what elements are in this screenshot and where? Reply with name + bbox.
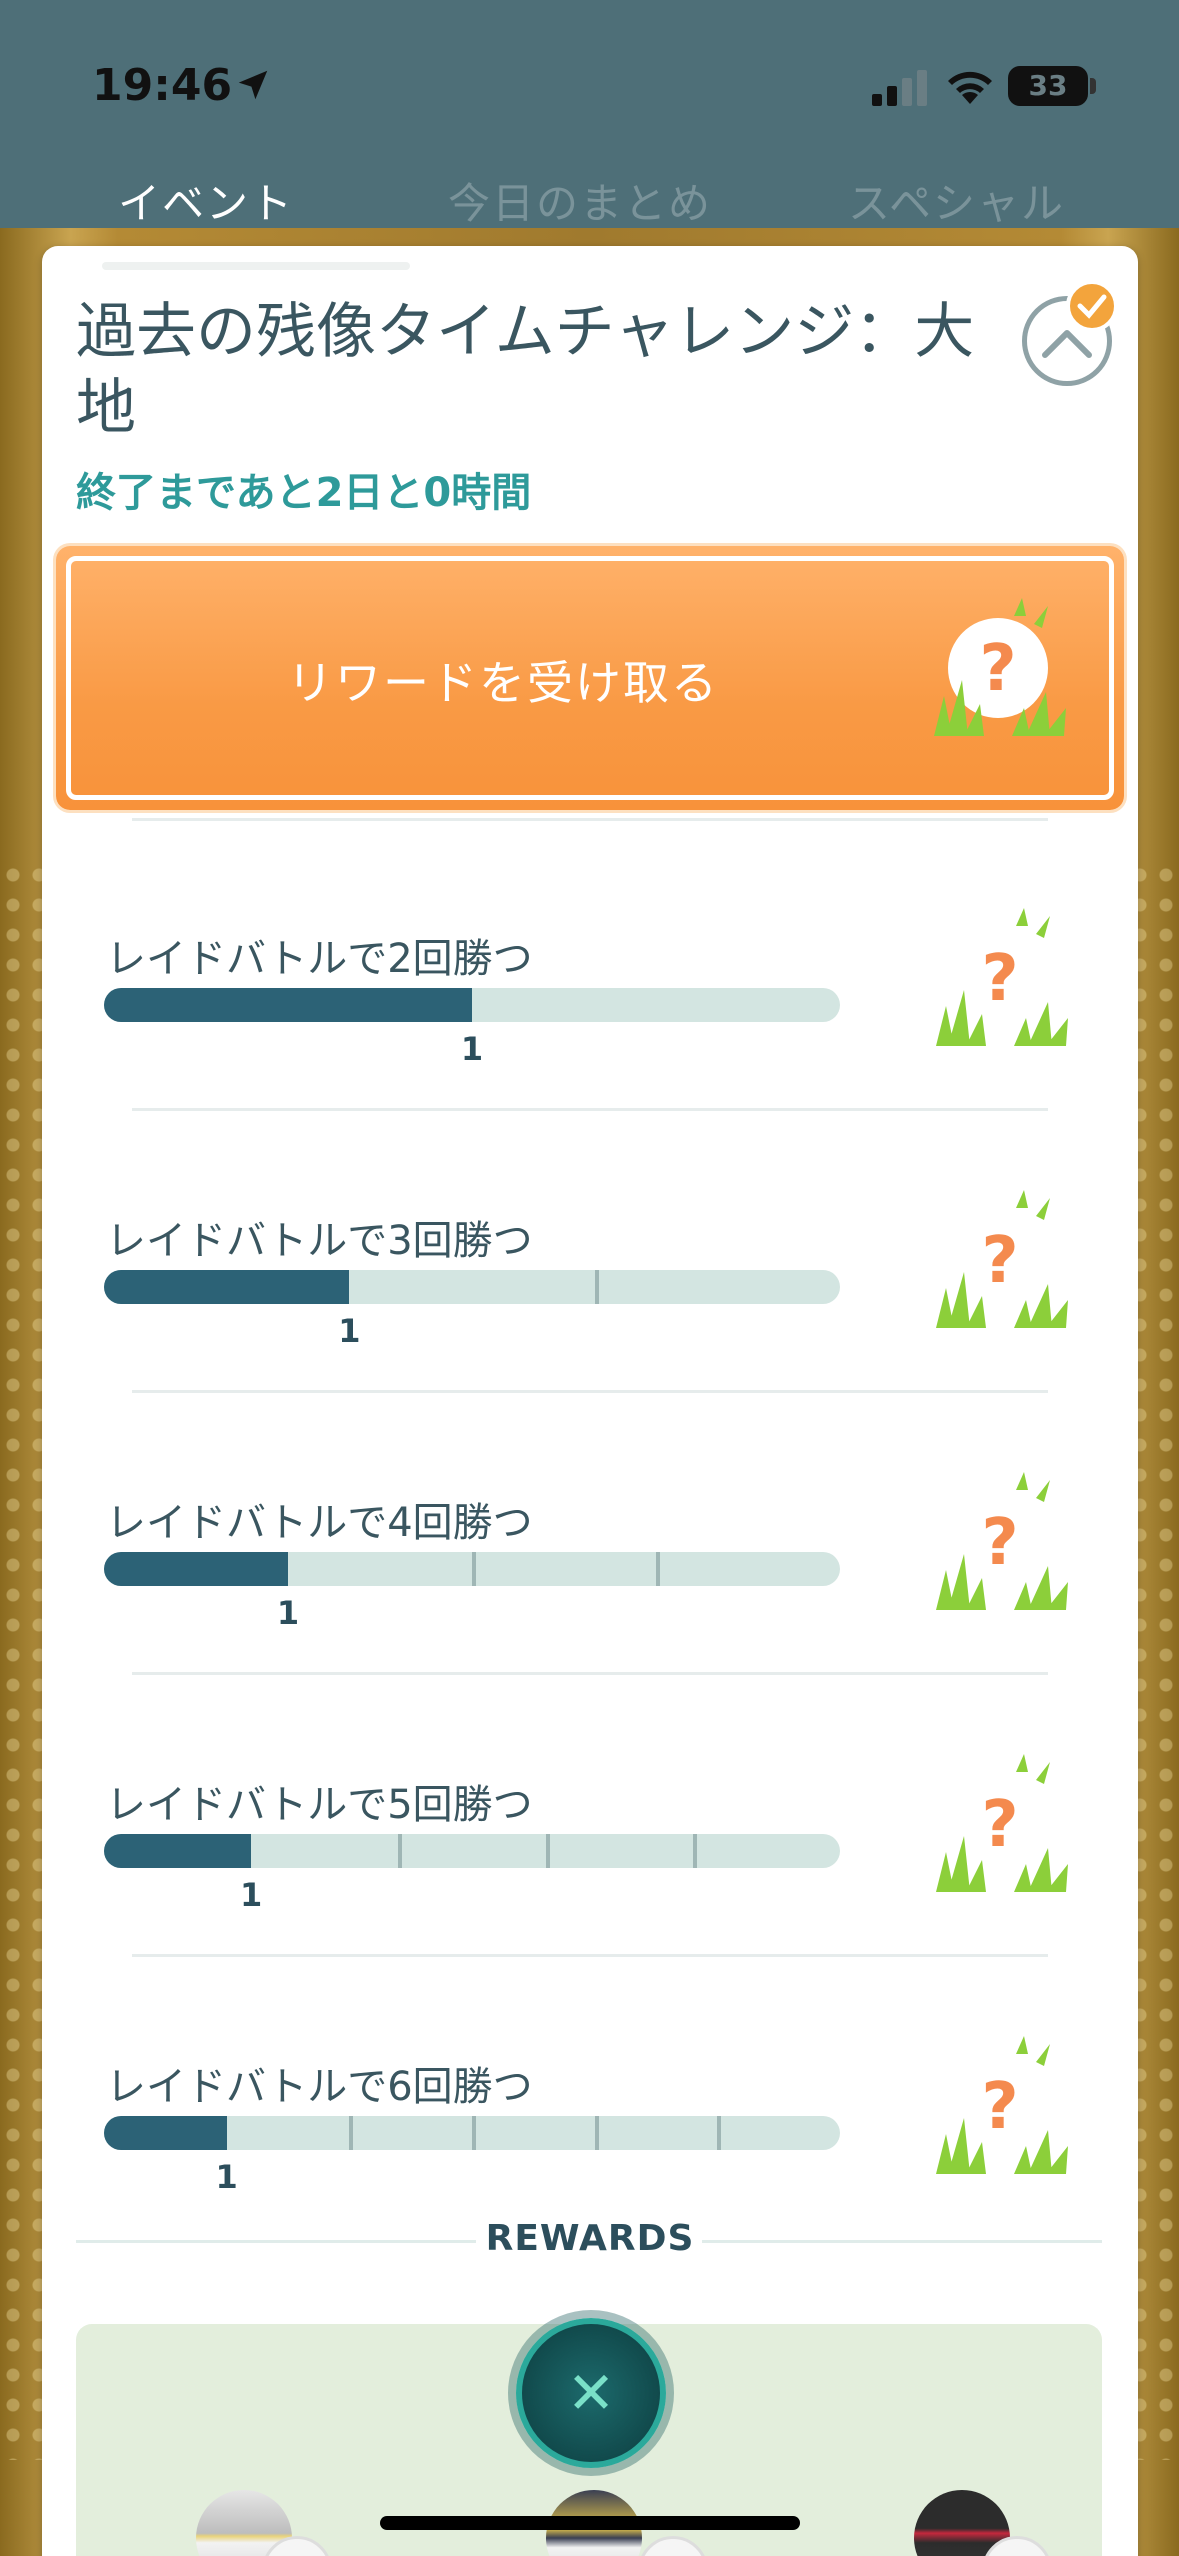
svg-text:?: ? bbox=[981, 942, 1018, 1016]
reward-button-divider bbox=[132, 818, 1048, 821]
home-indicator[interactable] bbox=[380, 2516, 800, 2530]
question-mark-in-grass-icon: ? bbox=[928, 1752, 1078, 1902]
task-progress-bar bbox=[104, 1834, 840, 1868]
claim-reward-label: リワードを受け取る bbox=[287, 656, 719, 710]
task-progress-count: 1 bbox=[460, 1030, 484, 1068]
task-progress-fill bbox=[104, 988, 472, 1022]
question-mark-in-grass-icon: ? bbox=[928, 906, 1078, 1056]
question-mark-in-grass-icon: ? bbox=[928, 1470, 1078, 1620]
tab-today-summary[interactable]: 今日のまとめ bbox=[448, 170, 712, 231]
task-item: レイドバトルで5回勝つ 1 ? bbox=[42, 1754, 1138, 2054]
question-mark-in-grass-icon: ? bbox=[928, 1188, 1078, 1338]
claim-reward-button[interactable]: リワードを受け取る ? bbox=[56, 546, 1124, 810]
task-progress-fill bbox=[104, 1834, 252, 1868]
question-mark-in-grass-icon: ? bbox=[926, 596, 1076, 746]
task-label: レイドバトルで2回勝つ bbox=[106, 936, 533, 982]
task-progress-fill bbox=[104, 1270, 350, 1304]
battery-icon: 33 bbox=[1008, 66, 1088, 106]
task-progress-bar bbox=[104, 988, 840, 1022]
task-label: レイドバトルで3回勝つ bbox=[106, 1218, 533, 1264]
tab-indicator bbox=[102, 262, 410, 270]
task-progress-tick bbox=[472, 2116, 476, 2150]
battery-level: 33 bbox=[1028, 69, 1068, 102]
svg-text:?: ? bbox=[981, 1224, 1018, 1298]
task-progress-tick bbox=[472, 1552, 476, 1586]
card-title: 過去の残像タイムチャレンジ：大地 bbox=[76, 297, 975, 443]
task-progress-tick bbox=[717, 2116, 722, 2150]
event-card: 過去の残像タイムチャレンジ：大地 終了まであと2日と0時間 リワードを受け取る … bbox=[42, 246, 1138, 2556]
task-divider bbox=[132, 1390, 1048, 1393]
task-item: レイドバトルで4回勝つ 1 ? bbox=[42, 1472, 1138, 1772]
close-icon: ✕ bbox=[566, 2359, 616, 2427]
svg-text:?: ? bbox=[981, 1506, 1018, 1580]
task-item: レイドバトルで6回勝つ 1 ? bbox=[42, 2036, 1138, 2336]
cellular-signal-icon bbox=[872, 70, 927, 106]
location-arrow-icon bbox=[238, 70, 268, 100]
status-bar: 19:46 33 bbox=[0, 0, 1179, 160]
task-progress-tick bbox=[692, 1834, 697, 1868]
task-progress-count: 1 bbox=[338, 1312, 361, 1350]
pokemon-reward-icon bbox=[638, 2536, 708, 2556]
task-progress-count: 1 bbox=[215, 2158, 238, 2196]
task-divider bbox=[132, 1672, 1048, 1675]
wifi-icon bbox=[948, 71, 992, 104]
svg-text:?: ? bbox=[979, 632, 1016, 706]
check-icon bbox=[1066, 280, 1118, 332]
task-label: レイドバトルで4回勝つ bbox=[106, 1500, 533, 1546]
task-label: レイドバトルで5回勝つ bbox=[106, 1782, 533, 1828]
time-remaining: 終了まであと2日と0時間 bbox=[76, 470, 532, 516]
task-progress-count: 1 bbox=[240, 1876, 263, 1914]
task-progress-count: 1 bbox=[276, 1594, 300, 1632]
svg-text:?: ? bbox=[981, 1788, 1018, 1862]
task-divider bbox=[132, 1108, 1048, 1111]
rewards-heading: REWARDS bbox=[485, 2218, 695, 2259]
task-progress-fill bbox=[104, 2116, 227, 2150]
task-item: レイドバトルで2回勝つ 1 ? bbox=[42, 908, 1138, 1208]
close-button[interactable]: ✕ bbox=[516, 2318, 666, 2468]
tab-bar: イベント 今日のまとめ スペシャル bbox=[0, 170, 1179, 234]
task-progress-tick bbox=[545, 1834, 550, 1868]
battery-tip bbox=[1090, 78, 1096, 94]
task-progress-tick bbox=[398, 1834, 403, 1868]
task-progress-tick bbox=[349, 2116, 354, 2150]
task-progress-bar bbox=[104, 1552, 840, 1586]
question-mark-in-grass-icon: ? bbox=[928, 2034, 1078, 2184]
task-progress-tick bbox=[656, 1552, 660, 1586]
task-progress-fill bbox=[104, 1552, 288, 1586]
tab-special[interactable]: スペシャル bbox=[848, 170, 1065, 231]
tab-events[interactable]: イベント bbox=[118, 170, 294, 231]
task-progress-bar bbox=[104, 2116, 840, 2150]
status-time: 19:46 bbox=[92, 60, 233, 111]
task-label: レイドバトルで6回勝つ bbox=[106, 2064, 533, 2110]
svg-text:?: ? bbox=[981, 2070, 1018, 2144]
task-item: レイドバトルで3回勝つ 1 ? bbox=[42, 1190, 1138, 1490]
task-progress-tick bbox=[594, 2116, 599, 2150]
task-divider bbox=[132, 1954, 1048, 1957]
task-progress-tick bbox=[594, 1270, 599, 1304]
task-progress-bar bbox=[104, 1270, 840, 1304]
